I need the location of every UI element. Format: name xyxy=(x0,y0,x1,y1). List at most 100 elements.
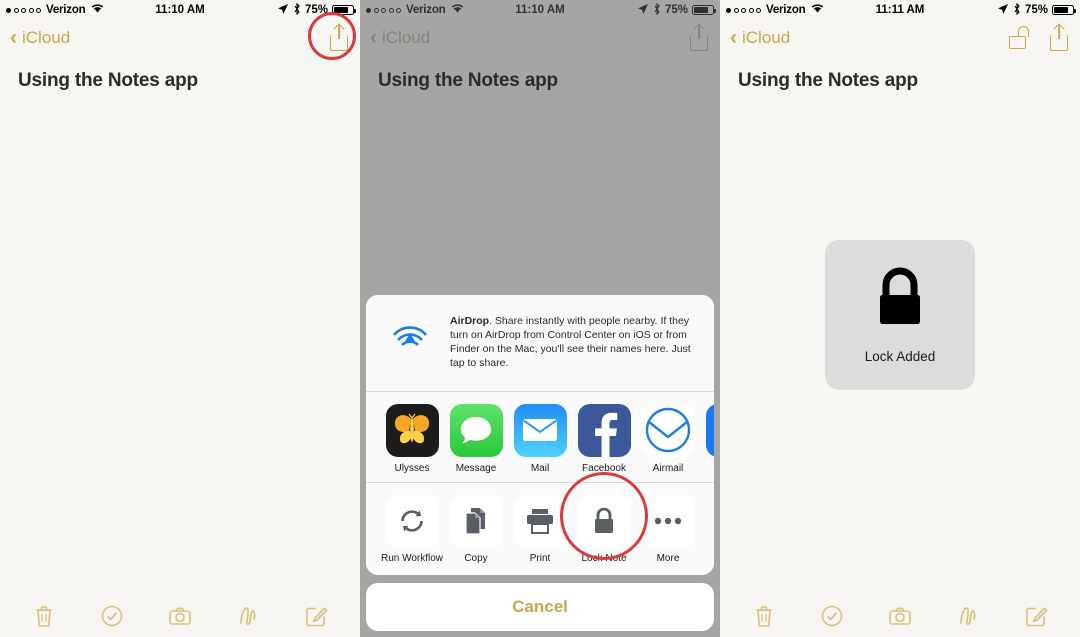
mail-envelope-icon xyxy=(513,403,567,457)
battery-percent-label: 75% xyxy=(664,4,688,16)
nav-bar-right xyxy=(688,23,710,51)
squiggle-draw-icon[interactable] xyxy=(955,603,981,629)
partial-app-icon xyxy=(705,403,714,457)
share-actions-row: Run Workflow Copy Print Lock Note More xyxy=(366,482,714,575)
share-app-partial[interactable] xyxy=(700,403,714,474)
bottom-toolbar xyxy=(0,595,360,637)
action-lock-note[interactable]: Lock Note xyxy=(572,494,636,566)
location-arrow-icon xyxy=(637,3,649,18)
camera-icon[interactable] xyxy=(887,603,913,629)
note-title: Using the Notes app xyxy=(378,70,558,91)
lock-closed-icon xyxy=(577,494,631,548)
bluetooth-icon xyxy=(1013,2,1021,18)
action-label: Lock Note xyxy=(581,552,627,564)
battery-icon xyxy=(692,5,716,15)
more-dots-icon xyxy=(641,494,695,548)
trash-icon[interactable] xyxy=(751,603,777,629)
chevron-left-icon: ‹ xyxy=(10,25,17,49)
share-icon[interactable] xyxy=(1048,23,1070,51)
status-bar: Verizon 11:10 AM 75% xyxy=(360,0,720,20)
printer-icon xyxy=(513,494,567,548)
action-print[interactable]: Print xyxy=(508,494,572,566)
checkmark-circle-icon[interactable] xyxy=(99,603,125,629)
action-label: More xyxy=(656,552,680,564)
chevron-left-icon: ‹ xyxy=(370,25,377,49)
back-button-icloud[interactable]: ‹ iCloud xyxy=(10,25,71,49)
status-bar-right: 75% xyxy=(997,2,1076,18)
compose-icon[interactable] xyxy=(303,603,329,629)
share-icon[interactable] xyxy=(688,23,710,51)
bluetooth-icon xyxy=(653,2,661,18)
share-app-label: Airmail xyxy=(652,462,684,474)
panel-share-sheet: Verizon 11:10 AM 75% ‹ iCloud Using the … xyxy=(360,0,720,637)
back-button-icloud[interactable]: ‹ iCloud xyxy=(370,25,431,49)
share-app-ulysses[interactable]: Ulysses xyxy=(380,403,444,474)
chevron-left-icon: ‹ xyxy=(730,25,737,49)
share-sheet: AirDrop. Share instantly with people nea… xyxy=(366,295,714,631)
action-run-workflow[interactable]: Run Workflow xyxy=(380,494,444,566)
share-app-label: Message xyxy=(455,462,497,474)
share-app-airmail[interactable]: Airmail xyxy=(636,403,700,474)
screenshot-root: Verizon 11:10 AM 75% ‹ iCloud Using the … xyxy=(0,0,1080,637)
share-app-label: Facebook xyxy=(582,462,626,474)
share-app-facebook[interactable]: Facebook xyxy=(572,403,636,474)
nav-bar: ‹ iCloud xyxy=(0,20,360,56)
back-button-label: iCloud xyxy=(22,28,71,47)
airdrop-title: AirDrop xyxy=(450,315,490,328)
share-sheet-card: AirDrop. Share instantly with people nea… xyxy=(366,295,714,575)
nav-bar: ‹ iCloud xyxy=(720,20,1080,56)
share-app-label: Mail xyxy=(530,462,550,474)
unlock-icon[interactable] xyxy=(1008,26,1030,50)
action-label: Print xyxy=(529,552,551,564)
note-title: Using the Notes app xyxy=(738,70,918,91)
compose-icon[interactable] xyxy=(1023,603,1049,629)
facebook-f-icon xyxy=(577,403,631,457)
status-bar: Verizon 11:10 AM 75% xyxy=(0,0,360,20)
messages-bubble-icon xyxy=(449,403,503,457)
panel-lock-added: Verizon 11:11 AM 75% ‹ iCloud Using the … xyxy=(720,0,1080,637)
battery-icon xyxy=(1052,5,1076,15)
cancel-button[interactable]: Cancel xyxy=(366,583,714,631)
status-bar-right: 75% xyxy=(637,2,716,18)
action-label: Copy xyxy=(464,552,488,564)
nav-bar-right xyxy=(328,23,350,51)
hud-label: Lock Added xyxy=(864,349,936,364)
status-bar: Verizon 11:11 AM 75% xyxy=(720,0,1080,20)
battery-percent-label: 75% xyxy=(1024,4,1048,16)
trash-icon[interactable] xyxy=(31,603,57,629)
ulysses-butterfly-icon xyxy=(385,403,439,457)
airdrop-icon xyxy=(384,311,436,368)
action-copy[interactable]: Copy xyxy=(444,494,508,566)
status-bar-right: 75% xyxy=(277,2,356,18)
checkmark-circle-icon[interactable] xyxy=(819,603,845,629)
battery-percent-label: 75% xyxy=(304,4,328,16)
location-arrow-icon xyxy=(997,3,1009,18)
lock-added-hud: Lock Added xyxy=(825,240,975,390)
airdrop-section[interactable]: AirDrop. Share instantly with people nea… xyxy=(366,295,714,392)
action-label: Run Workflow xyxy=(380,552,444,564)
panel-share-button: Verizon 11:10 AM 75% ‹ iCloud Using the … xyxy=(0,0,360,637)
copy-pages-icon xyxy=(449,494,503,548)
share-apps-row: Ulysses Message Mail Facebook Airmail xyxy=(366,391,714,483)
lock-closed-icon xyxy=(871,266,929,337)
bottom-toolbar xyxy=(720,595,1080,637)
note-title: Using the Notes app xyxy=(18,70,198,91)
refresh-loop-icon xyxy=(385,494,439,548)
nav-bar: ‹ iCloud xyxy=(360,20,720,56)
airmail-circle-icon xyxy=(641,403,695,457)
battery-icon xyxy=(332,5,356,15)
squiggle-draw-icon[interactable] xyxy=(235,603,261,629)
back-button-icloud[interactable]: ‹ iCloud xyxy=(730,25,791,49)
share-icon[interactable] xyxy=(328,23,350,51)
share-app-message[interactable]: Message xyxy=(444,403,508,474)
action-more[interactable]: More xyxy=(636,494,700,566)
bluetooth-icon xyxy=(293,2,301,18)
back-button-label: iCloud xyxy=(742,28,791,47)
share-app-label: Ulysses xyxy=(394,462,430,474)
share-app-mail[interactable]: Mail xyxy=(508,403,572,474)
airdrop-description: AirDrop. Share instantly with people nea… xyxy=(450,311,700,370)
back-button-label: iCloud xyxy=(382,28,431,47)
nav-bar-right xyxy=(1008,23,1070,51)
camera-icon[interactable] xyxy=(167,603,193,629)
location-arrow-icon xyxy=(277,3,289,18)
